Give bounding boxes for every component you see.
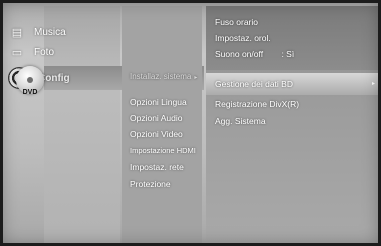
submenu-item[interactable]: Opzioni Lingua xyxy=(130,97,187,107)
option-registrazione-divx[interactable]: Registrazione DivX(R) xyxy=(215,99,299,109)
tv-menu-screen: DVD ▤ Musica ▭ Foto Config Installaz. si… xyxy=(0,0,381,246)
info-impostaz-orol: Impostaz. orol. xyxy=(215,33,271,43)
disc-label: DVD xyxy=(22,89,38,96)
submenu-item[interactable]: Impostaz. rete xyxy=(130,162,184,172)
category-label: Foto xyxy=(34,46,55,58)
info-fuso-orario: Fuso orario xyxy=(215,17,258,27)
chevron-right-icon: ▸ xyxy=(372,81,376,87)
music-icon: ▤ xyxy=(11,26,23,39)
submenu-item[interactable]: Impostazione HDMI xyxy=(130,146,196,155)
submenu-item[interactable]: Opzioni Audio xyxy=(130,113,182,123)
info-suono: Suono on/off : Sì xyxy=(215,49,294,59)
category-foto[interactable]: ▭ Foto xyxy=(10,42,54,62)
photo-icon: ▭ xyxy=(11,46,23,59)
dvd-disc-icon: DVD xyxy=(16,66,44,96)
category-musica[interactable]: ▤ Musica xyxy=(10,22,66,42)
category-label: Musica xyxy=(34,26,66,38)
sound-value: : Sì xyxy=(281,49,295,59)
submenu-item[interactable]: Opzioni Video xyxy=(130,129,183,139)
option-gestione-dati-bd[interactable]: Gestione dei dati BD xyxy=(215,79,293,89)
submenu-label: Installaz. sistema xyxy=(130,72,192,81)
submenu-item-installaz-sistema[interactable]: Installaz. sistema ▸ xyxy=(130,72,197,81)
option-agg-sistema[interactable]: Agg. Sistema xyxy=(215,116,266,126)
submenu-item[interactable]: Protezione xyxy=(130,179,171,189)
chevron-right-icon: ▸ xyxy=(194,75,198,81)
sound-label: Suono on/off xyxy=(215,49,264,59)
submenu-panel xyxy=(122,6,202,244)
